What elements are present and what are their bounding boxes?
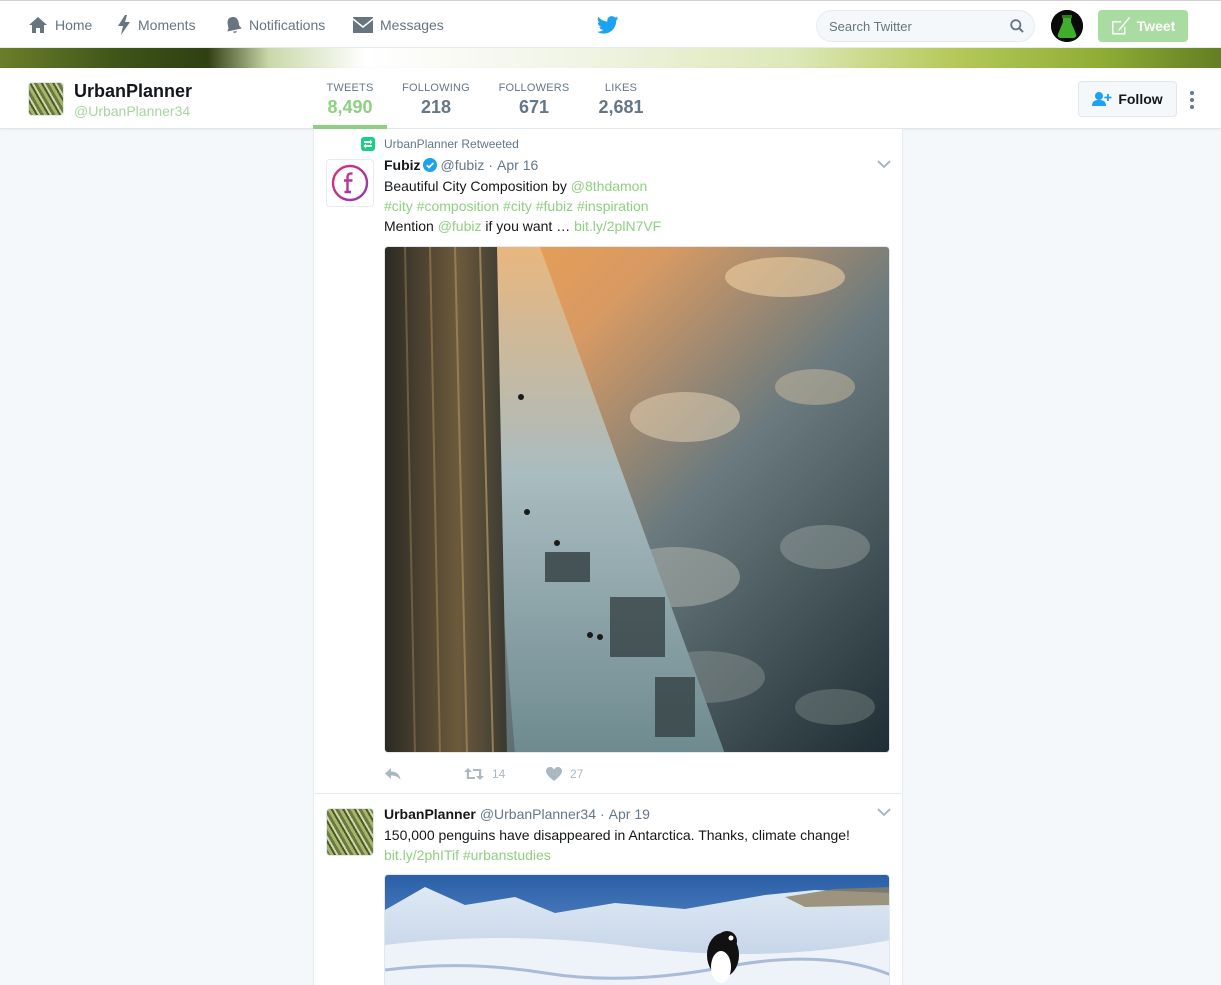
mention-link[interactable]: @8thdamon (571, 178, 647, 194)
tweet-author-handle[interactable]: @fubiz (441, 157, 485, 173)
tweet-body: Beautiful City Composition by @8thdamon … (384, 176, 894, 236)
tweet-author-name[interactable]: UrbanPlanner (384, 806, 476, 822)
url-link[interactable]: bit.ly/2phITif (384, 847, 459, 863)
nav-moments[interactable]: Moments (117, 13, 196, 37)
tweet-line-2: bit.ly/2phITif #urbanstudies (384, 845, 894, 865)
nav-notifications[interactable]: Notifications (225, 13, 325, 37)
top-navigation-bar: Home Moments Notifications Messages Twee… (0, 0, 1221, 48)
fubiz-logo-icon (331, 164, 369, 202)
stat-likes-label: LIKES (604, 82, 638, 94)
more-options-icon[interactable] (1186, 90, 1198, 110)
tweet-header: UrbanPlanner @UrbanPlanner34 · Apr 19 (384, 806, 650, 822)
nav-notifications-label: Notifications (249, 17, 326, 33)
lightning-icon (118, 15, 130, 35)
compose-icon (1111, 17, 1130, 35)
stat-followers[interactable]: FOLLOWERS 671 (496, 82, 572, 118)
home-icon (29, 17, 47, 33)
chevron-down-icon[interactable] (877, 807, 891, 817)
nav-home-label: Home (55, 17, 93, 33)
profile-header-banner (0, 48, 1221, 68)
antarctica-penguin-image (385, 875, 889, 985)
follow-button-label: Follow (1118, 91, 1163, 107)
user-avatar[interactable] (1051, 10, 1083, 42)
stat-likes-value: 2,681 (598, 97, 644, 117)
tweet-author-name[interactable]: Fubiz (384, 157, 421, 173)
tweet-item[interactable]: UrbanPlanner Retweeted Fubiz @fubiz · Ap… (314, 129, 902, 794)
reply-icon (385, 768, 401, 780)
nav-messages-label: Messages (380, 17, 444, 33)
stat-tweets[interactable]: TWEETS 8,490 (313, 82, 387, 129)
stat-followers-value: 671 (518, 97, 550, 117)
tweet-text: if you want … (481, 218, 575, 234)
tweet-button[interactable]: Tweet (1098, 10, 1188, 42)
chevron-down-icon[interactable] (877, 159, 891, 169)
tweet-photo[interactable] (384, 874, 890, 985)
search-icon[interactable] (1010, 19, 1024, 33)
tweet-item[interactable]: UrbanPlanner @UrbanPlanner34 · Apr 19 15… (314, 795, 902, 985)
nav-home[interactable]: Home (28, 13, 92, 37)
stat-following-value: 218 (420, 97, 452, 117)
tweet-photo[interactable] (384, 246, 890, 753)
stat-tweets-label: TWEETS (326, 82, 374, 94)
tweet-text: Mention (384, 218, 438, 234)
envelope-icon (353, 17, 373, 33)
tweet-avatar[interactable] (326, 159, 374, 207)
tweet-avatar[interactable] (326, 808, 374, 856)
retweet-notice[interactable]: UrbanPlanner Retweeted (361, 137, 519, 151)
tweet-date[interactable]: Apr 19 (609, 806, 650, 822)
tweet-date[interactable]: Apr 16 (497, 157, 538, 173)
tweet-body: 150,000 penguins have disappeared in Ant… (384, 825, 894, 865)
search-box[interactable] (816, 10, 1035, 42)
tweet-line-3: Mention @fubiz if you want … bit.ly/2plN… (384, 216, 894, 236)
retweet-notice-text: UrbanPlanner Retweeted (384, 137, 519, 151)
profile-name[interactable]: UrbanPlanner (74, 81, 192, 102)
tweet-separator-dot: · (599, 806, 605, 822)
tweet-header: Fubiz @fubiz · Apr 16 (384, 157, 538, 173)
nav-moments-label: Moments (138, 17, 196, 33)
search-input[interactable] (829, 18, 999, 34)
bell-icon (227, 16, 242, 33)
tweet-line-2: #city #composition #city #fubiz #inspira… (384, 196, 894, 216)
hashtag-links[interactable]: #city #composition #city #fubiz #inspira… (384, 198, 649, 214)
tweet-separator-dot: · (488, 157, 494, 173)
retweet-icon (464, 768, 484, 780)
tweet-timeline: UrbanPlanner Retweeted Fubiz @fubiz · Ap… (313, 129, 903, 985)
stat-likes[interactable]: LIKES 2,681 (592, 82, 650, 118)
reply-button[interactable] (384, 767, 464, 781)
profile-handle[interactable]: @UrbanPlanner34 (74, 103, 190, 119)
heart-icon (546, 767, 562, 781)
city-composition-image (385, 247, 889, 752)
tweet-line-1: Beautiful City Composition by @8thdamon (384, 176, 894, 196)
retweet-badge-icon (361, 137, 375, 151)
tweet-line-1: 150,000 penguins have disappeared in Ant… (384, 825, 894, 845)
retweet-button[interactable]: 14 (464, 767, 546, 781)
retweet-count: 14 (492, 767, 506, 781)
like-count: 27 (570, 767, 584, 781)
stat-tweets-value: 8,490 (327, 97, 373, 117)
hashtag-link[interactable]: #urbanstudies (463, 847, 551, 863)
tweet-button-label: Tweet (1136, 18, 1176, 34)
add-user-icon (1092, 92, 1112, 106)
tweet-author-handle[interactable]: @UrbanPlanner34 (480, 806, 596, 822)
like-button[interactable]: 27 (546, 767, 583, 781)
avatar-image (1051, 10, 1083, 42)
stat-following-label: FOLLOWING (402, 82, 470, 94)
stat-followers-label: FOLLOWERS (498, 82, 570, 94)
follow-button[interactable]: Follow (1078, 81, 1177, 117)
tweet-actions: 14 27 (384, 765, 583, 783)
stat-following[interactable]: FOLLOWING 218 (398, 82, 474, 118)
profile-avatar[interactable] (28, 82, 64, 116)
verified-badge-icon (422, 158, 437, 172)
tweet-text: Beautiful City Composition by (384, 178, 571, 194)
mention-link[interactable]: @fubiz (438, 218, 482, 234)
url-link[interactable]: bit.ly/2plN7VF (574, 218, 661, 234)
nav-messages[interactable]: Messages (353, 13, 444, 37)
profile-navigation: UrbanPlanner @UrbanPlanner34 TWEETS 8,49… (0, 68, 1221, 129)
twitter-bird-icon[interactable] (597, 16, 619, 34)
tweet-text: 150,000 penguins have disappeared in Ant… (384, 827, 850, 843)
